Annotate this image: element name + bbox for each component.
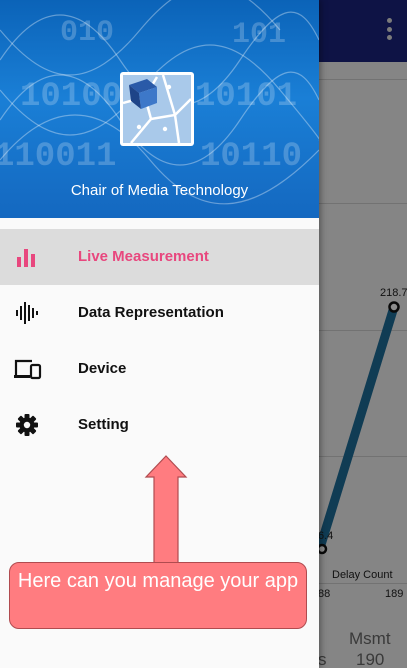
nav-item-setting[interactable]: Setting xyxy=(0,397,319,453)
bar-chart-icon xyxy=(14,245,40,269)
nav-item-live-measurement[interactable]: Live Measurement xyxy=(0,229,319,285)
nav-list: Live Measurement Data Representation Dev… xyxy=(0,229,319,453)
header-binary-text: 010 xyxy=(60,16,114,50)
nav-item-device[interactable]: Device xyxy=(0,341,319,397)
devices-icon xyxy=(14,357,42,381)
drawer-header: 010 101 10100 10101 110011 10110 Chair o… xyxy=(0,0,319,218)
callout-arrow-icon xyxy=(144,455,188,564)
gear-icon xyxy=(14,413,40,437)
header-binary-text: 10100 xyxy=(20,78,122,116)
header-binary-text: 101 xyxy=(232,18,286,52)
header-binary-text: 10101 xyxy=(195,78,297,116)
header-binary-text: 10110 xyxy=(200,138,302,176)
nav-item-label: Device xyxy=(78,360,127,377)
nav-item-label: Setting xyxy=(78,416,129,433)
chair-logo xyxy=(120,72,194,146)
nav-item-data-representation[interactable]: Data Representation xyxy=(0,285,319,341)
nav-item-label: Data Representation xyxy=(78,304,224,321)
header-binary-text: 110011 xyxy=(0,138,116,176)
header-title: Chair of Media Technology xyxy=(70,182,249,199)
tutorial-callout: Here can you manage your app xyxy=(9,562,307,629)
waveform-icon xyxy=(14,301,40,325)
nav-item-label: Live Measurement xyxy=(78,248,209,265)
